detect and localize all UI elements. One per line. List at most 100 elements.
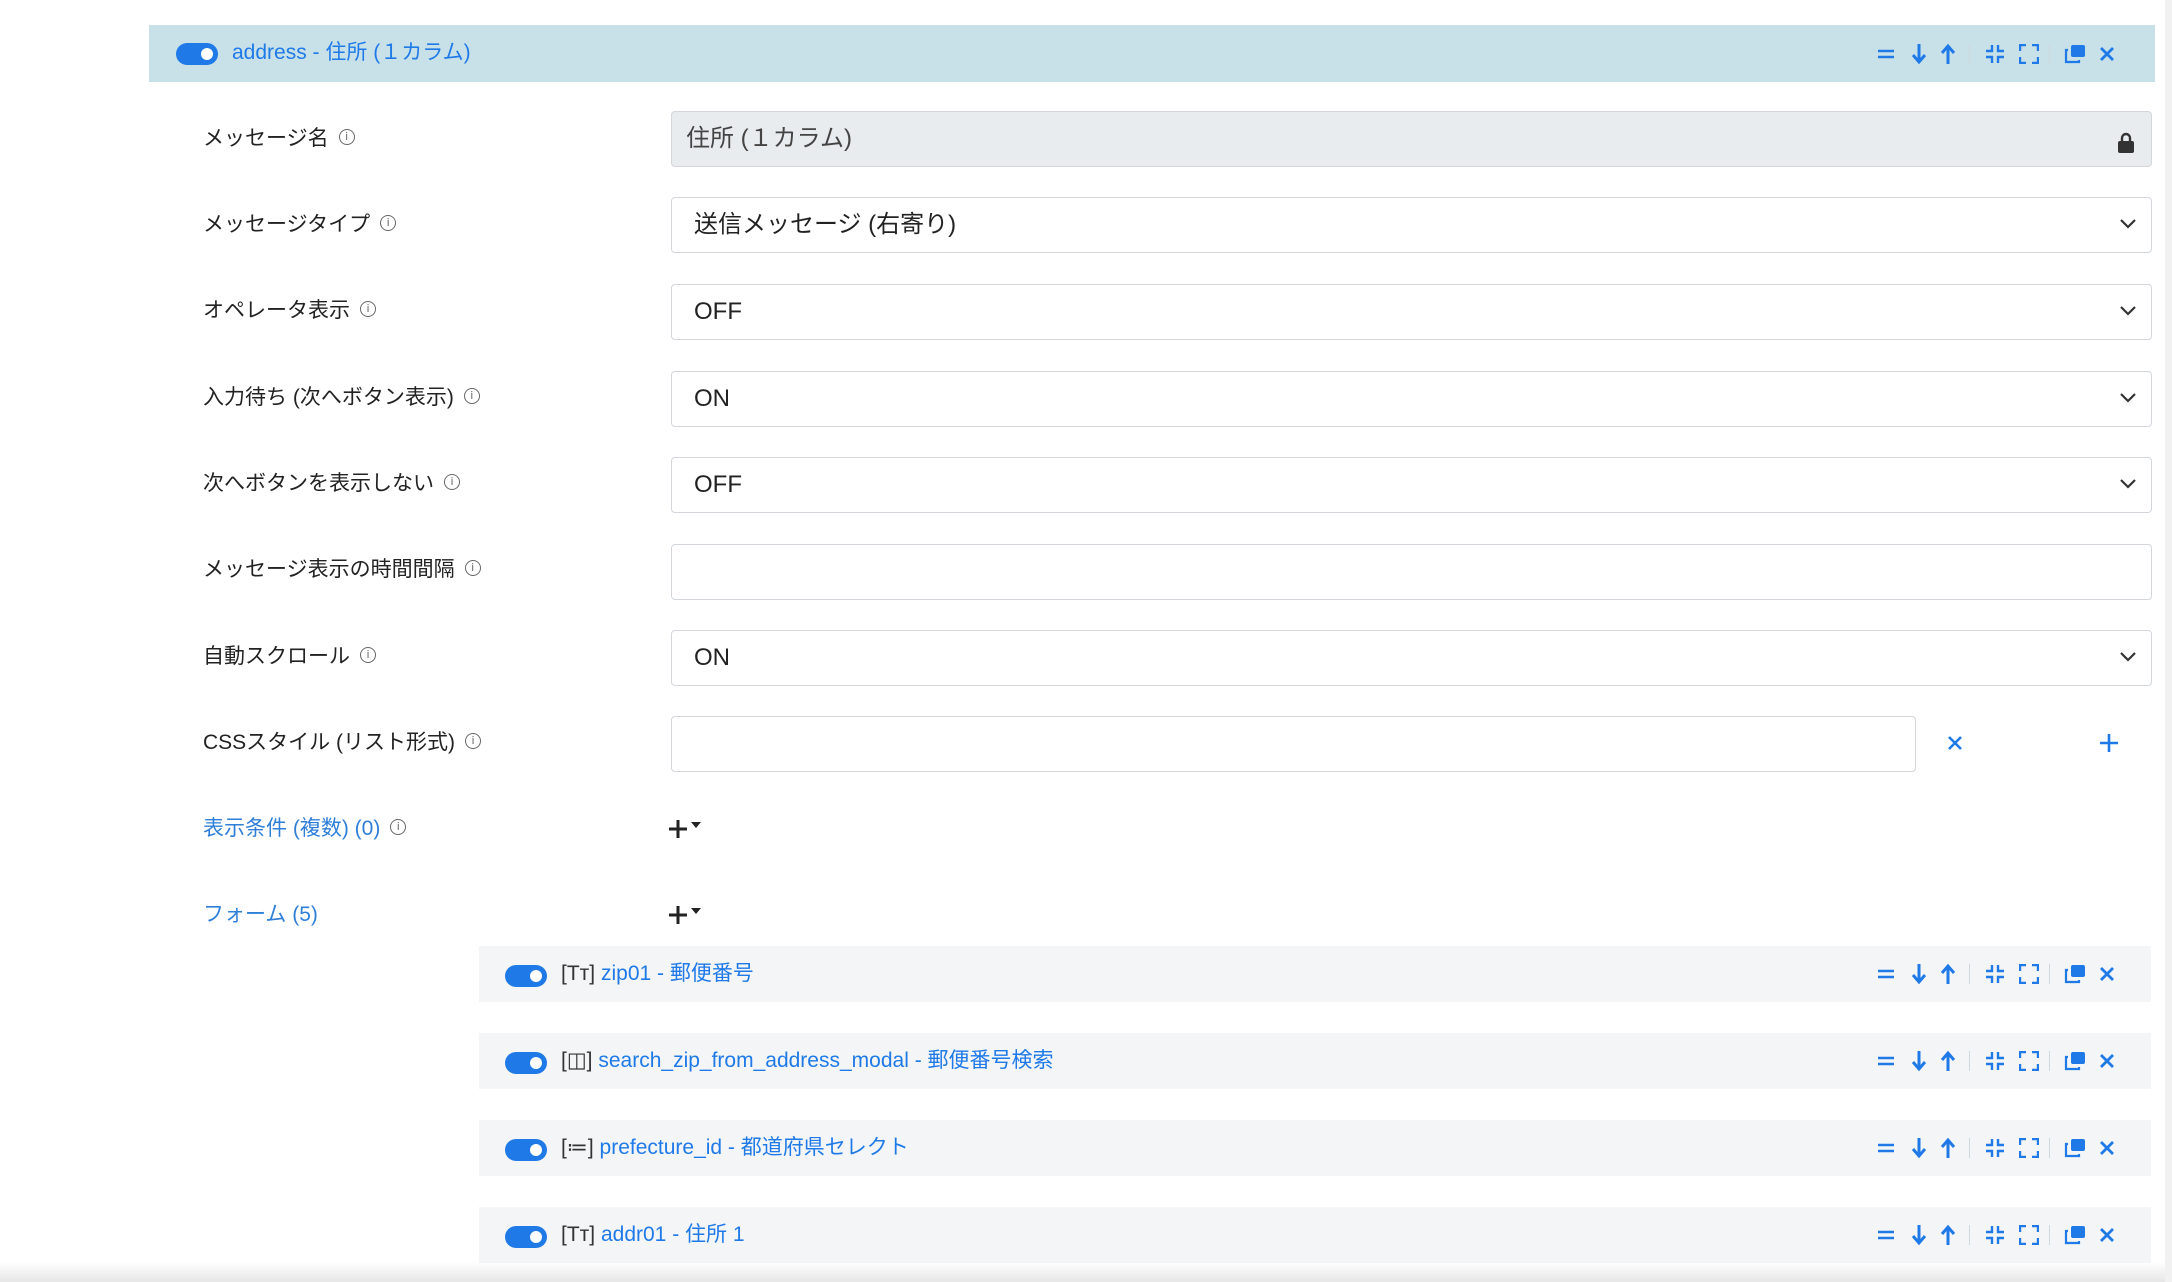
hide-next-button-select[interactable]: OFF — [671, 457, 2152, 513]
move-up-icon[interactable] — [1940, 1046, 1956, 1076]
caret-down-icon — [691, 822, 701, 829]
collapse-icon[interactable] — [1985, 1220, 2005, 1250]
reorder-handle-icon[interactable] — [1877, 1046, 1895, 1076]
separator — [2049, 964, 2050, 984]
info-icon[interactable]: i — [360, 647, 376, 664]
chevron-down-icon — [2120, 479, 2136, 489]
display-conditions-link[interactable]: 表示条件 (複数) (0) i — [203, 815, 407, 843]
collapse-icon[interactable] — [1985, 1133, 2005, 1163]
move-up-icon[interactable] — [1940, 1220, 1956, 1250]
message-title: address - 住所 (１カラム) — [232, 41, 471, 64]
move-down-icon[interactable] — [1911, 39, 1927, 69]
separator — [1969, 44, 1970, 64]
message-interval-input[interactable] — [671, 544, 2152, 600]
info-icon[interactable]: i — [463, 388, 480, 405]
css-style-input[interactable] — [671, 716, 1916, 772]
label-css-style: CSSスタイル (リスト形式) i — [203, 729, 481, 757]
expand-icon[interactable] — [2019, 959, 2039, 989]
forms-link[interactable]: フォーム (5) — [203, 901, 318, 929]
info-icon[interactable]: i — [360, 301, 376, 318]
form-item: [≔] prefecture_id - 都道府県セレクト — [479, 1120, 2151, 1176]
wait-input-select[interactable]: ON — [671, 371, 2152, 427]
chevron-down-icon — [2120, 393, 2136, 403]
delete-icon[interactable] — [2099, 1220, 2115, 1250]
form-item-title[interactable]: [◫] search_zip_from_address_modal - 郵便番号… — [561, 1048, 1054, 1074]
collapse-icon[interactable] — [1985, 1046, 2005, 1076]
form-enabled-toggle[interactable] — [505, 1052, 547, 1074]
move-up-icon[interactable] — [1940, 959, 1956, 989]
duplicate-icon[interactable] — [2064, 1220, 2086, 1250]
move-down-icon[interactable] — [1911, 1133, 1927, 1163]
form-enabled-toggle[interactable] — [505, 1226, 547, 1248]
move-up-icon[interactable] — [1940, 1133, 1956, 1163]
delete-icon[interactable] — [2099, 1133, 2115, 1163]
reorder-handle-icon[interactable] — [1877, 1220, 1895, 1250]
move-down-icon[interactable] — [1911, 959, 1927, 989]
reorder-handle-icon[interactable] — [1877, 39, 1895, 69]
chevron-down-icon — [2120, 306, 2136, 316]
move-down-icon[interactable] — [1911, 1220, 1927, 1250]
form-item: [◫] search_zip_from_address_modal - 郵便番号… — [479, 1033, 2151, 1089]
duplicate-icon[interactable] — [2064, 1046, 2086, 1076]
form-actions — [1877, 959, 2137, 989]
scrollbar-track[interactable] — [2165, 0, 2172, 1282]
add-css-style-button[interactable] — [2098, 732, 2120, 754]
expand-icon[interactable] — [2019, 1220, 2039, 1250]
duplicate-icon[interactable] — [2064, 39, 2086, 69]
info-icon[interactable]: i — [380, 215, 397, 232]
lock-icon — [2118, 132, 2134, 153]
label-message-interval: メッセージ表示の時間間隔 i — [203, 556, 481, 584]
form-item-title[interactable]: [Tт] addr01 - 住所 1 — [561, 1222, 745, 1248]
form-actions — [1877, 1220, 2137, 1250]
form-actions — [1877, 1133, 2137, 1163]
label-operator-display: オペレータ表示 i — [203, 297, 376, 325]
label-message-type: メッセージタイプ i — [203, 211, 397, 239]
info-icon[interactable]: i — [338, 129, 355, 146]
reorder-handle-icon[interactable] — [1877, 1133, 1895, 1163]
move-up-icon[interactable] — [1940, 39, 1956, 69]
message-type-select[interactable]: 送信メッセージ (右寄り) — [671, 197, 2152, 253]
delete-icon[interactable] — [2099, 39, 2115, 69]
form-item-title[interactable]: [Tт] zip01 - 郵便番号 — [561, 961, 754, 987]
label-hide-next-button: 次へボタンを表示しない i — [203, 470, 460, 498]
info-icon[interactable]: i — [390, 819, 407, 836]
reorder-handle-icon[interactable] — [1877, 959, 1895, 989]
operator-display-select[interactable]: OFF — [671, 284, 2152, 340]
label-message-name: メッセージ名 i — [203, 125, 355, 153]
delete-icon[interactable] — [2099, 1046, 2115, 1076]
move-down-icon[interactable] — [1911, 1046, 1927, 1076]
info-icon[interactable]: i — [464, 560, 481, 577]
add-condition-dropdown[interactable] — [668, 813, 701, 843]
message-enabled-toggle[interactable] — [176, 43, 218, 65]
form-item-title[interactable]: [≔] prefecture_id - 都道府県セレクト — [561, 1135, 909, 1161]
form-enabled-toggle[interactable] — [505, 1139, 547, 1161]
duplicate-icon[interactable] — [2064, 1133, 2086, 1163]
chevron-down-icon — [2120, 219, 2136, 229]
info-icon[interactable]: i — [465, 733, 481, 750]
text-field-icon: [Tт] — [561, 962, 596, 985]
duplicate-icon[interactable] — [2064, 959, 2086, 989]
expand-icon[interactable] — [2019, 1046, 2039, 1076]
expand-icon[interactable] — [2019, 39, 2039, 69]
info-icon[interactable]: i — [444, 474, 460, 491]
form-enabled-toggle[interactable] — [505, 965, 547, 987]
label-wait-input: 入力待ち (次へボタン表示) i — [203, 384, 480, 412]
delete-icon[interactable] — [2099, 959, 2115, 989]
form-item: [Tт] zip01 - 郵便番号 — [479, 946, 2151, 1002]
message-name-field: 住所 (１カラム) — [671, 111, 2152, 167]
separator — [2049, 1051, 2050, 1071]
message-header: address - 住所 (１カラム) — [149, 25, 2155, 82]
separator — [1969, 1138, 1970, 1158]
collapse-icon[interactable] — [1985, 39, 2005, 69]
collapse-icon[interactable] — [1985, 959, 2005, 989]
separator — [2049, 1138, 2050, 1158]
plus-icon — [669, 906, 687, 925]
text-field-icon: [Tт] — [561, 1223, 596, 1246]
auto-scroll-select[interactable]: ON — [671, 630, 2152, 686]
remove-css-style-button[interactable] — [1946, 734, 1964, 752]
add-form-dropdown[interactable] — [668, 899, 701, 929]
separator — [2049, 44, 2050, 64]
separator — [2049, 1225, 2050, 1245]
form-actions — [1877, 1046, 2137, 1076]
expand-icon[interactable] — [2019, 1133, 2039, 1163]
